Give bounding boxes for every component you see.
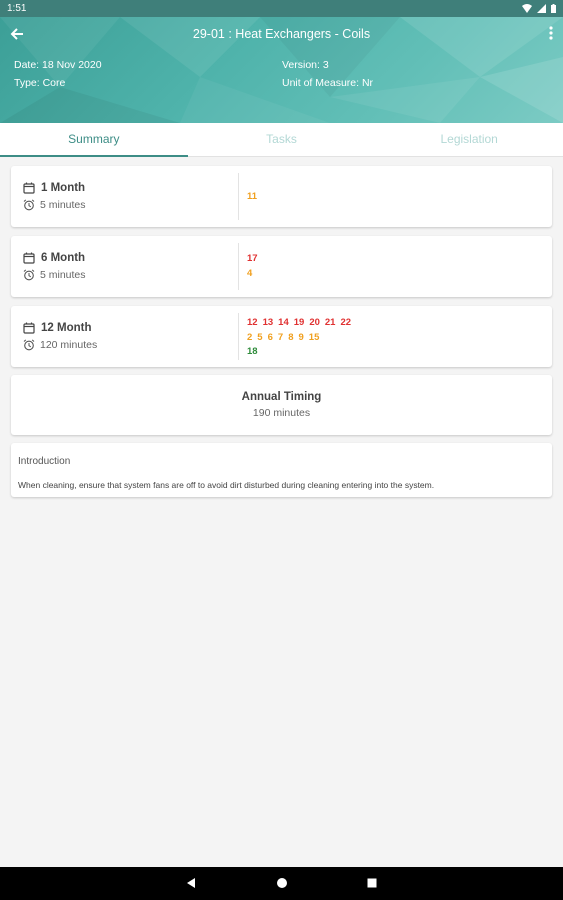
- alarm-clock-icon: [23, 269, 35, 281]
- tab-summary[interactable]: Summary: [0, 123, 188, 157]
- app-header: 29-01 : Heat Exchangers - Coils Date: 18…: [0, 17, 563, 123]
- nav-home-icon[interactable]: [275, 876, 289, 890]
- task-number[interactable]: 12: [247, 317, 258, 328]
- frequency-time: 5 minutes: [40, 269, 86, 281]
- task-number[interactable]: 6: [268, 332, 273, 343]
- header-version: Version: 3: [282, 59, 329, 71]
- task-number[interactable]: 9: [298, 332, 303, 343]
- task-number[interactable]: 5: [257, 332, 262, 343]
- divider: [238, 243, 239, 290]
- calendar-icon: [23, 252, 35, 264]
- frequency-label: 6 Month: [41, 252, 86, 264]
- task-number[interactable]: 11: [247, 191, 257, 202]
- alarm-clock-icon: [23, 339, 35, 351]
- header-unit: Unit of Measure: Nr: [282, 77, 374, 89]
- signal-icon: [537, 4, 546, 13]
- nav-recents-icon[interactable]: [365, 876, 379, 890]
- annual-timing-title: Annual Timing: [241, 391, 322, 403]
- task-number[interactable]: 15: [309, 332, 320, 343]
- task-number[interactable]: 17: [247, 253, 258, 264]
- calendar-icon: [23, 322, 35, 334]
- task-number[interactable]: 7: [278, 332, 283, 343]
- nav-back-icon[interactable]: [184, 876, 198, 890]
- tab-legislation[interactable]: Legislation: [375, 123, 563, 156]
- task-number[interactable]: 22: [340, 317, 351, 328]
- annual-timing-value: 190 minutes: [252, 407, 311, 419]
- system-nav-bar: [0, 867, 563, 900]
- task-line-orange: 4: [247, 267, 263, 282]
- tab-bar: Summary Tasks Legislation: [0, 123, 563, 157]
- battery-icon: [551, 4, 556, 13]
- calendar-icon: [23, 182, 35, 194]
- task-number[interactable]: 4: [247, 268, 252, 279]
- task-list: 17 4: [247, 252, 263, 281]
- task-list: 11: [247, 190, 262, 205]
- frequency-label: 1 Month: [41, 182, 86, 194]
- task-number[interactable]: 18: [247, 346, 258, 357]
- task-line-orange: 2 5 6 7 8 9 15: [247, 331, 356, 346]
- task-number[interactable]: 13: [263, 317, 274, 328]
- introduction-text: When cleaning, ensure that system fans a…: [18, 480, 435, 490]
- divider: [238, 173, 239, 220]
- wifi-icon: [522, 4, 532, 13]
- status-time: 1:51: [7, 3, 27, 14]
- header-date: Date: 18 Nov 2020: [14, 59, 102, 71]
- task-number[interactable]: 20: [309, 317, 320, 328]
- status-bar: 1:51: [0, 0, 563, 17]
- frequency-label: 12 Month: [41, 322, 92, 334]
- more-vert-icon[interactable]: [549, 26, 553, 40]
- task-list: 12 13 14 19 20 21 22 2 5 6 7 8 9 15 18: [247, 316, 356, 360]
- header-type: Type: Core: [14, 77, 66, 89]
- frequency-card[interactable]: 6 Month 5 minutes 17 4: [11, 236, 552, 297]
- introduction-card: Introduction When cleaning, ensure that …: [11, 443, 552, 497]
- frequency-card[interactable]: 12 Month 120 minutes 12 13 14 19 20 21 22 2567…: [11, 306, 552, 367]
- page-title: 29-01 : Heat Exchangers - Coils: [192, 27, 371, 41]
- task-line-green: 18: [247, 345, 356, 360]
- task-line-red: 17: [247, 252, 263, 267]
- divider: [238, 313, 239, 360]
- annual-timing-card: Annual Timing 190 minutes: [11, 375, 552, 435]
- frequency-card[interactable]: 1 Month 5 minutes 11: [11, 166, 552, 227]
- introduction-title: Introduction: [18, 456, 71, 467]
- task-line-orange: 11: [247, 190, 262, 205]
- task-number[interactable]: 19: [294, 317, 305, 328]
- task-number[interactable]: 21: [325, 317, 336, 328]
- frequency-time: 5 minutes: [40, 199, 86, 211]
- task-number[interactable]: 8: [288, 332, 293, 343]
- alarm-clock-icon: [23, 199, 35, 211]
- task-number[interactable]: 2: [247, 332, 252, 343]
- frequency-time: 120 minutes: [40, 339, 98, 351]
- task-line-red: 12 13 14 19 20 21 22: [247, 316, 356, 331]
- tab-tasks[interactable]: Tasks: [188, 123, 376, 156]
- task-number[interactable]: 14: [278, 317, 289, 328]
